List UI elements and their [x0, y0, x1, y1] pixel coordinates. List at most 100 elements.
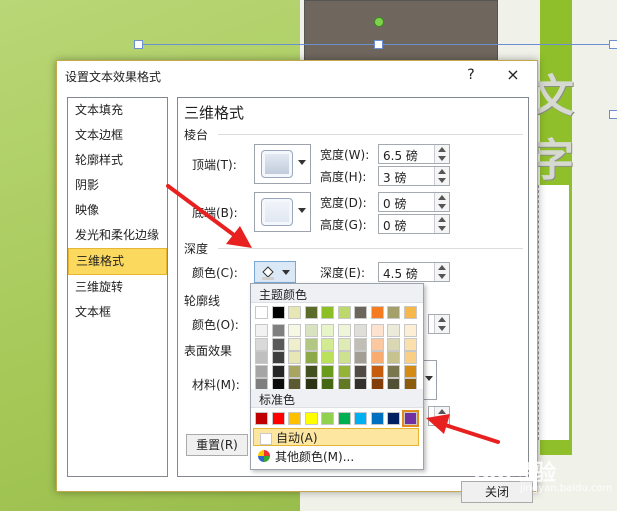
spin-up-icon[interactable] [438, 169, 446, 174]
color-swatch[interactable] [255, 337, 268, 351]
color-swatch[interactable] [370, 324, 384, 337]
nav-item-3d-rotation[interactable]: 三维旋转 [68, 275, 167, 300]
color-swatch[interactable] [387, 306, 400, 319]
color-swatch[interactable] [321, 306, 334, 319]
spinner-buttons[interactable] [434, 145, 449, 163]
color-swatch[interactable] [271, 306, 285, 319]
color-swatch[interactable] [403, 337, 417, 351]
close-icon[interactable]: × [501, 65, 525, 85]
color-swatch[interactable] [321, 337, 334, 351]
color-swatch[interactable] [321, 351, 334, 364]
auto-color-item[interactable]: 自动(A) [253, 428, 419, 446]
more-colors-item[interactable]: 其他颜色(M)... [253, 448, 419, 466]
color-swatch[interactable] [403, 324, 417, 337]
nav-item-outline-style[interactable]: 轮廓样式 [68, 148, 167, 173]
nav-item-text-outline[interactable]: 文本边框 [68, 123, 167, 148]
top-bevel-button[interactable] [254, 144, 311, 184]
spin-down-icon[interactable] [438, 226, 446, 231]
color-swatch[interactable] [288, 324, 301, 337]
spin-down-icon[interactable] [438, 204, 446, 209]
color-swatch[interactable] [337, 364, 351, 378]
contour-size-spinner[interactable] [428, 314, 450, 334]
spin-down-icon[interactable] [438, 178, 446, 183]
nav-item-reflection[interactable]: 映像 [68, 198, 167, 223]
color-swatch[interactable] [370, 306, 384, 319]
nav-item-text-fill[interactable]: 文本填充 [68, 98, 167, 123]
color-swatch[interactable] [288, 364, 301, 378]
bottom-height-spinner[interactable]: 0 磅 [378, 214, 450, 234]
color-swatch[interactable] [387, 351, 400, 364]
color-swatch[interactable] [354, 337, 367, 351]
color-swatch[interactable] [403, 351, 417, 364]
color-swatch[interactable] [354, 412, 367, 425]
color-swatch[interactable] [370, 337, 384, 351]
color-swatch[interactable] [354, 306, 367, 319]
color-swatch[interactable] [370, 412, 384, 425]
color-swatch[interactable] [271, 324, 285, 337]
color-swatch[interactable] [288, 412, 301, 425]
top-width-spinner[interactable]: 6.5 磅 [378, 144, 450, 164]
bottom-bevel-button[interactable] [254, 192, 311, 232]
color-swatch[interactable] [304, 306, 318, 319]
color-swatch[interactable] [354, 364, 367, 378]
bottom-width-spinner[interactable]: 0 磅 [378, 192, 450, 212]
color-swatch[interactable] [403, 306, 417, 319]
spinner-buttons[interactable] [434, 167, 449, 185]
color-swatch[interactable] [255, 351, 268, 364]
help-button[interactable]: ? [459, 65, 483, 85]
nav-item-3d-format[interactable]: 三维格式 [68, 248, 167, 275]
spin-up-icon[interactable] [438, 317, 446, 322]
color-swatch[interactable] [337, 306, 351, 319]
spin-down-icon[interactable] [438, 326, 446, 331]
reset-button[interactable]: 重置(R) [186, 434, 248, 456]
color-swatch[interactable] [387, 412, 400, 425]
spin-down-icon[interactable] [438, 274, 446, 279]
depth-color-button[interactable] [254, 261, 296, 283]
color-swatch[interactable] [370, 351, 384, 364]
color-swatch[interactable] [288, 351, 301, 364]
color-swatch[interactable] [370, 364, 384, 378]
color-swatch[interactable] [271, 351, 285, 364]
depth-spinner[interactable]: 4.5 磅 [378, 262, 450, 282]
color-swatch[interactable] [304, 364, 318, 378]
spin-up-icon[interactable] [438, 147, 446, 152]
color-swatch[interactable] [401, 410, 419, 427]
color-swatch[interactable] [304, 324, 318, 337]
color-swatch[interactable] [321, 364, 334, 378]
color-swatch[interactable] [255, 324, 268, 337]
color-swatch[interactable] [255, 364, 268, 378]
color-swatch[interactable] [337, 412, 351, 425]
spinner-buttons[interactable] [434, 193, 449, 211]
color-swatch[interactable] [403, 364, 417, 378]
color-swatch[interactable] [271, 364, 285, 378]
color-swatch[interactable] [321, 412, 334, 425]
color-swatch[interactable] [304, 337, 318, 351]
color-swatch[interactable] [304, 351, 318, 364]
color-swatch[interactable] [255, 412, 268, 425]
color-swatch[interactable] [288, 337, 301, 351]
color-swatch[interactable] [354, 351, 367, 364]
color-swatch[interactable] [337, 337, 351, 351]
color-swatch[interactable] [387, 337, 400, 351]
spin-down-icon[interactable] [438, 156, 446, 161]
nav-item-shadow[interactable]: 阴影 [68, 173, 167, 198]
top-height-spinner[interactable]: 3 磅 [378, 166, 450, 186]
color-swatch[interactable] [337, 351, 351, 364]
color-swatch[interactable] [271, 412, 285, 425]
color-swatch[interactable] [304, 412, 318, 425]
color-swatch[interactable] [271, 337, 285, 351]
color-swatch[interactable] [387, 324, 400, 337]
dialog-titlebar[interactable]: 设置文本效果格式 ? × [57, 61, 537, 89]
material-dropdown[interactable] [422, 360, 437, 400]
nav-item-text-box[interactable]: 文本框 [68, 300, 167, 325]
color-swatch[interactable] [354, 324, 367, 337]
spinner-buttons[interactable] [434, 215, 449, 233]
spinner-buttons[interactable] [434, 263, 449, 281]
color-swatch[interactable] [337, 324, 351, 337]
color-swatch[interactable] [321, 324, 334, 337]
nav-item-glow[interactable]: 发光和柔化边缘 [68, 223, 167, 248]
color-swatch[interactable] [387, 364, 400, 378]
spinner-buttons[interactable] [434, 315, 449, 333]
selection-handle[interactable] [609, 40, 617, 49]
selection-handle[interactable] [374, 40, 383, 49]
